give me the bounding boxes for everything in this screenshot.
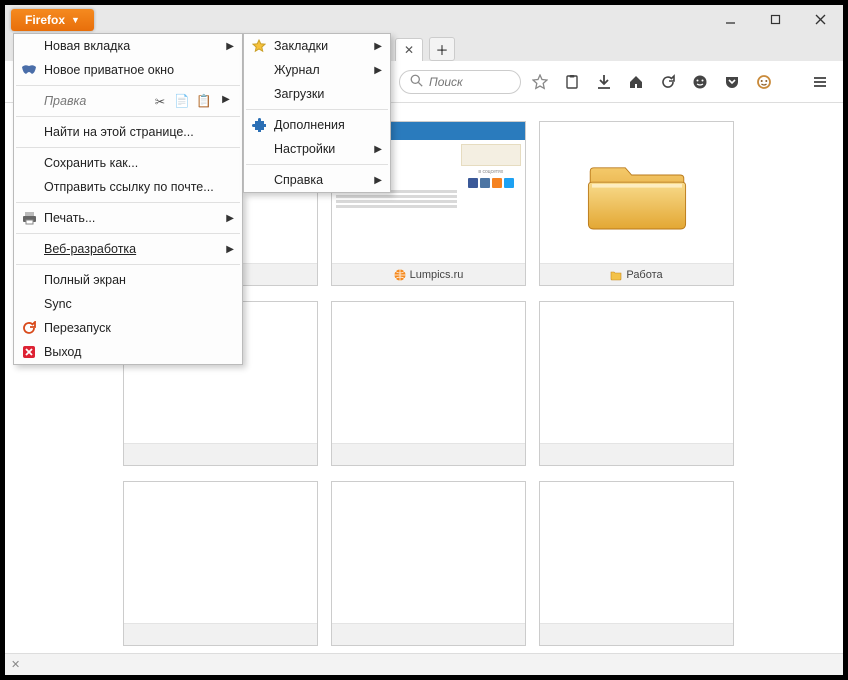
mini-folder-icon (610, 269, 622, 281)
browser-window: Firefox ▼ ✕ ＋ (5, 5, 843, 675)
maximize-button[interactable] (753, 5, 798, 33)
search-box[interactable] (399, 70, 521, 94)
menu-history[interactable]: Журнал▶ (244, 58, 390, 82)
chevron-right-icon: ▶ (374, 65, 382, 76)
menu-new-private[interactable]: Новое приватное окно (14, 58, 242, 82)
copy-icon[interactable]: 📄 (174, 94, 190, 109)
chevron-right-icon: ▶ (374, 144, 382, 155)
menu-sync[interactable]: Sync (14, 292, 242, 316)
chevron-right-icon: ▶ (374, 175, 382, 186)
star-icon (250, 37, 268, 55)
menu-restart[interactable]: Перезапуск (14, 316, 242, 340)
puzzle-icon (250, 116, 268, 134)
menu-send-link[interactable]: Отправить ссылку по почте... (14, 175, 242, 199)
pocket-icon[interactable] (719, 69, 745, 95)
face-icon[interactable] (687, 69, 713, 95)
mask-icon (20, 61, 38, 79)
download-icon[interactable] (591, 69, 617, 95)
monkey-icon[interactable] (751, 69, 777, 95)
firefox-menu-label: Firefox (25, 13, 65, 27)
firefox-menu-button[interactable]: Firefox ▼ (11, 9, 94, 31)
restart-icon (20, 319, 38, 337)
tile-label: Работа (626, 269, 662, 281)
chevron-right-icon: ▶ (226, 41, 234, 52)
close-button[interactable] (798, 5, 843, 33)
menu-find[interactable]: Найти на этой странице... (14, 120, 242, 144)
tile-thumbnail (540, 122, 733, 263)
chevron-right-icon: ▶ (218, 94, 234, 109)
menu-print[interactable]: Печать...▶ (14, 206, 242, 230)
folder-icon (582, 148, 692, 238)
menu-settings[interactable]: Настройки▶ (244, 137, 390, 161)
caret-down-icon: ▼ (71, 15, 80, 25)
site-icon (394, 269, 406, 281)
minimize-button[interactable] (708, 5, 753, 33)
statusbar: ✕ (5, 653, 843, 675)
chevron-right-icon: ▶ (374, 41, 382, 52)
menu-downloads[interactable]: Загрузки (244, 82, 390, 106)
window-controls (708, 5, 843, 33)
chevron-right-icon: ▶ (226, 244, 234, 255)
tile-label: Lumpics.ru (410, 269, 464, 281)
printer-icon (20, 209, 38, 227)
close-icon[interactable]: ✕ (11, 658, 20, 671)
firefox-side-menu: Закладки▶ Журнал▶ Загрузки Дополнения На… (243, 33, 391, 193)
tile-empty[interactable] (539, 301, 734, 466)
tile-caption: Работа (540, 263, 733, 285)
search-input[interactable] (429, 75, 510, 89)
star-icon[interactable] (527, 69, 553, 95)
tile-empty[interactable] (331, 481, 526, 646)
search-icon (410, 74, 423, 90)
clipboard-icon[interactable] (559, 69, 585, 95)
tile-folder-work[interactable]: Работа (539, 121, 734, 286)
new-tab-button[interactable]: ＋ (429, 37, 455, 61)
refresh-icon[interactable] (655, 69, 681, 95)
paste-icon[interactable]: 📋 (196, 94, 212, 109)
tab-active[interactable]: ✕ (395, 38, 423, 61)
tile-empty[interactable] (331, 301, 526, 466)
menu-bookmarks[interactable]: Закладки▶ (244, 34, 390, 58)
tile-empty[interactable] (123, 481, 318, 646)
menu-new-tab[interactable]: Новая вкладка▶ (14, 34, 242, 58)
menu-fullscreen[interactable]: Полный экран (14, 268, 242, 292)
tile-caption: Lumpics.ru (332, 263, 525, 285)
menu-save-as[interactable]: Сохранить как... (14, 151, 242, 175)
home-icon[interactable] (623, 69, 649, 95)
menu-exit[interactable]: Выход (14, 340, 242, 364)
hamburger-menu-icon[interactable] (807, 69, 833, 95)
exit-icon (20, 343, 38, 361)
firefox-main-menu: Новая вкладка▶ Новое приватное окно Прав… (13, 33, 243, 365)
cut-icon[interactable]: ✂ (152, 94, 168, 109)
menu-webdev[interactable]: Веб-разработка▶ (14, 237, 242, 261)
titlebar: Firefox ▼ (5, 5, 843, 33)
menu-edit[interactable]: Правка ✂ 📄 📋 ▶ (14, 89, 242, 113)
menu-help[interactable]: Справка▶ (244, 168, 390, 192)
chevron-right-icon: ▶ (226, 213, 234, 224)
tab-close-icon[interactable]: ✕ (404, 43, 414, 57)
menu-addons[interactable]: Дополнения (244, 113, 390, 137)
tile-empty[interactable] (539, 481, 734, 646)
